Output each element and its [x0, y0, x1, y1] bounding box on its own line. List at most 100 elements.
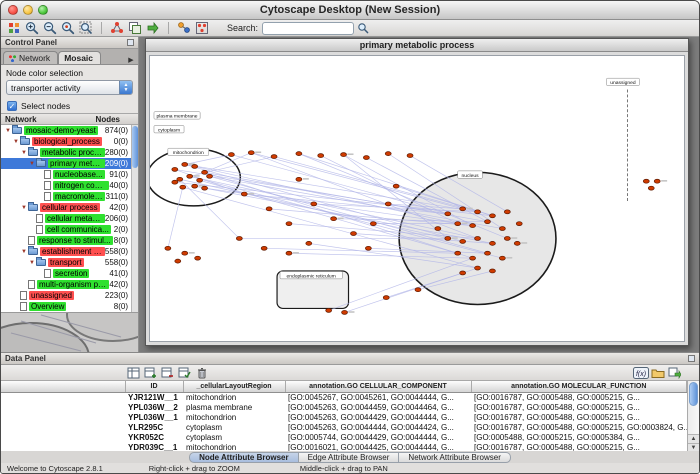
network-node[interactable]: [197, 178, 203, 182]
network-node[interactable]: [385, 202, 391, 206]
network-node[interactable]: [370, 222, 376, 226]
table-row[interactable]: YPL036W__1mitochondrion[GO:0045263, GO:0…: [1, 413, 687, 423]
network-node[interactable]: [350, 232, 356, 236]
network-node[interactable]: [648, 186, 654, 190]
vizmapper-icon[interactable]: [175, 21, 193, 36]
network-node[interactable]: [504, 236, 510, 240]
network-node[interactable]: [175, 259, 181, 263]
tree-item[interactable]: Overview8(0): [1, 301, 131, 312]
network-node[interactable]: [654, 179, 660, 183]
network-node[interactable]: [363, 156, 369, 160]
tree-scrollbar[interactable]: [131, 125, 138, 312]
node-color-dropdown[interactable]: transporter activity ▲▼: [6, 80, 133, 95]
network-node[interactable]: [499, 256, 505, 260]
network-canvas[interactable]: plasma membranecytoplasmmitochondrionnuc…: [149, 55, 685, 342]
tree-item[interactable]: cellular metabo...206(0): [1, 213, 131, 224]
network-node[interactable]: [296, 177, 302, 181]
network-node[interactable]: [331, 217, 337, 221]
network-node[interactable]: [460, 239, 466, 243]
network-node[interactable]: [489, 269, 495, 273]
network-view-title[interactable]: primary metabolic process: [146, 39, 688, 52]
network-node[interactable]: [228, 153, 234, 157]
network-node[interactable]: [470, 224, 476, 228]
network-node[interactable]: [311, 202, 317, 206]
delete-attribute-icon[interactable]: [159, 366, 176, 380]
column-header[interactable]: [1, 381, 125, 392]
window-titlebar[interactable]: Cytoscape Desktop (New Session): [1, 1, 699, 20]
network-node[interactable]: [385, 152, 391, 156]
network-node[interactable]: [504, 210, 510, 214]
search-input[interactable]: [262, 22, 354, 35]
network-node[interactable]: [172, 167, 178, 171]
tree-item[interactable]: ▼metabolic process280(0): [1, 147, 131, 158]
column-header[interactable]: annotation.GO CELLULAR_COMPONENT: [285, 381, 471, 392]
tab-network[interactable]: Network: [3, 51, 58, 64]
network-node[interactable]: [306, 241, 312, 245]
network-node[interactable]: [296, 152, 302, 156]
table-row[interactable]: YPL036W__2plasma membrane[GO:0045263, GO…: [1, 403, 687, 413]
scroll-up-icon[interactable]: ▲: [688, 434, 699, 443]
network-node[interactable]: [180, 185, 186, 189]
trash-icon[interactable]: [193, 366, 210, 380]
network-node[interactable]: [445, 236, 451, 240]
minimize-window-icon[interactable]: [23, 5, 33, 15]
network-node[interactable]: [326, 308, 332, 312]
network-node[interactable]: [365, 246, 371, 250]
tree-item[interactable]: response to stimul...8(0): [1, 235, 131, 246]
network-node[interactable]: [165, 246, 171, 250]
attribute-browser-tab[interactable]: Network Attribute Browser: [399, 452, 510, 463]
function-builder-icon[interactable]: f(x): [632, 366, 649, 380]
network-node[interactable]: [393, 184, 399, 188]
tree-expander-icon[interactable]: ▼: [20, 205, 28, 211]
network-node[interactable]: [236, 236, 242, 240]
import-table-icon[interactable]: [666, 366, 683, 380]
network-node[interactable]: [286, 222, 292, 226]
network-node[interactable]: [460, 271, 466, 275]
tree-item[interactable]: ▼transport558(0): [1, 257, 131, 268]
tree-expander-icon[interactable]: ▼: [4, 128, 12, 134]
tree-item[interactable]: unassigned223(0): [1, 290, 131, 301]
network-node[interactable]: [341, 153, 347, 157]
network-node[interactable]: [470, 256, 476, 260]
tree-scrollbar-thumb[interactable]: [132, 126, 138, 168]
tab-scroll-right-icon[interactable]: ▶: [126, 56, 136, 64]
network-node[interactable]: [475, 210, 481, 214]
tree-expander-icon[interactable]: ▼: [20, 150, 28, 156]
column-header[interactable]: _cellularLayoutRegion: [183, 381, 285, 392]
zoom-selected-icon[interactable]: [59, 21, 77, 36]
network-node[interactable]: [187, 174, 193, 178]
table-row[interactable]: YKR052Ccytoplasm[GO:0005744, GO:0044429,…: [1, 433, 687, 443]
network-grid-icon[interactable]: [5, 21, 23, 36]
table-row[interactable]: YLR295Ccytoplasm[GO:0045263, GO:0044444,…: [1, 423, 687, 433]
column-header[interactable]: ID: [125, 381, 183, 392]
tree-item[interactable]: ▼mosaic-demo-yeast874(0): [1, 125, 131, 136]
network-node[interactable]: [475, 266, 481, 270]
network-node[interactable]: [266, 207, 272, 211]
tree-item[interactable]: nucleobase...91(0): [1, 169, 131, 180]
network-node[interactable]: [192, 184, 198, 188]
create-attribute-icon[interactable]: [142, 366, 159, 380]
network-node[interactable]: [455, 251, 461, 255]
network-node[interactable]: [241, 192, 247, 196]
tree-expander-icon[interactable]: ▼: [20, 249, 28, 255]
network-node[interactable]: [182, 251, 188, 255]
first-neighbors-icon[interactable]: [108, 21, 126, 36]
network-node[interactable]: [407, 154, 413, 158]
zoom-window-icon[interactable]: [38, 5, 48, 15]
network-node[interactable]: [177, 177, 183, 181]
tree-item[interactable]: macromolecule...311(0): [1, 191, 131, 202]
layout-icon[interactable]: [193, 21, 211, 36]
network-node[interactable]: [286, 251, 292, 255]
float-panel-icon[interactable]: [127, 39, 134, 46]
table-scrollbar[interactable]: ▲ ▼: [687, 381, 699, 452]
network-node[interactable]: [484, 220, 490, 224]
zoom-out-icon[interactable]: [41, 21, 59, 36]
network-node[interactable]: [489, 214, 495, 218]
network-node[interactable]: [342, 310, 348, 314]
network-node[interactable]: [516, 222, 522, 226]
column-header[interactable]: annotation.GO MOLECULAR_FUNCTION: [471, 381, 687, 392]
network-node[interactable]: [195, 256, 201, 260]
tree-item[interactable]: ▼biological_process0(0): [1, 136, 131, 147]
network-view-window[interactable]: primary metabolic process plasma membran…: [145, 38, 689, 346]
network-node[interactable]: [455, 222, 461, 226]
